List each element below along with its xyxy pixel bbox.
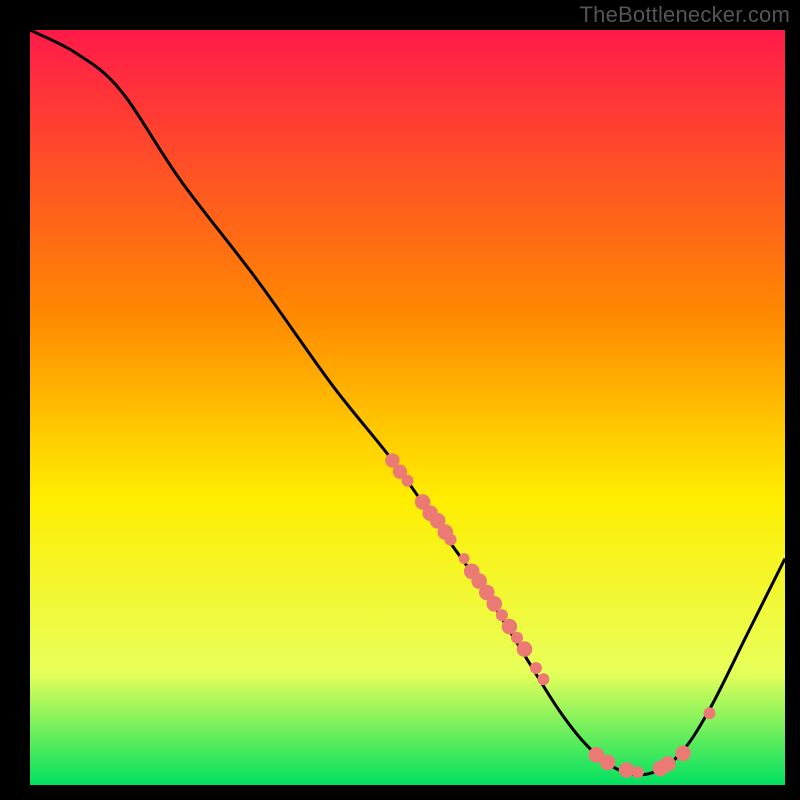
data-point [619, 762, 635, 778]
gradient-background [30, 30, 785, 785]
data-point [704, 707, 716, 719]
data-point [537, 673, 549, 685]
data-point [632, 766, 644, 778]
data-point [600, 755, 616, 771]
chart-frame: TheBottlenecker.com [0, 0, 800, 800]
plot-area [30, 30, 785, 785]
data-point [459, 553, 470, 564]
data-point [487, 596, 503, 612]
data-point [402, 475, 414, 487]
data-point [675, 746, 691, 762]
data-point [660, 756, 676, 772]
chart-svg [30, 30, 785, 785]
data-point [496, 609, 508, 621]
data-point [445, 534, 457, 546]
data-point [530, 662, 542, 674]
data-point [502, 619, 518, 635]
data-point [511, 632, 523, 644]
watermark-text: TheBottlenecker.com [580, 2, 790, 28]
data-point [517, 641, 533, 657]
